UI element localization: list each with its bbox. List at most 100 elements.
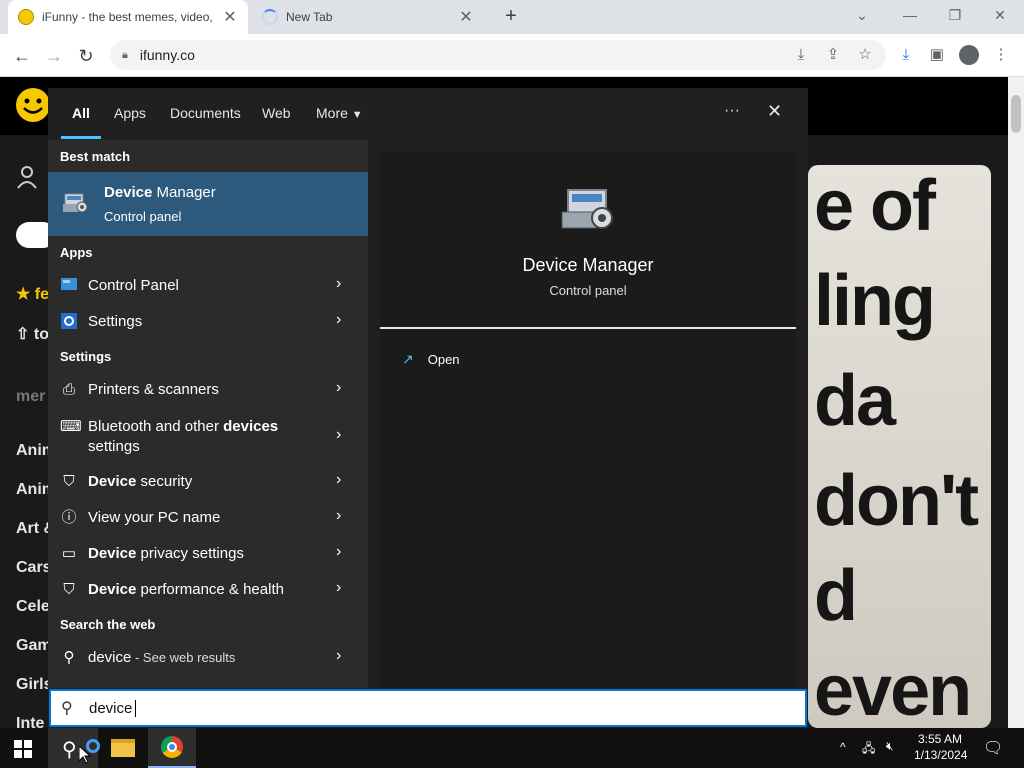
caret-down-icon: ▼ xyxy=(351,109,363,121)
search-icon: ⚲ xyxy=(61,700,73,717)
meme-image[interactable]: e of ling da don't d even xyxy=(808,165,991,728)
search-query[interactable]: device xyxy=(89,700,137,717)
chevron-right-icon[interactable]: › xyxy=(336,275,341,293)
category-link[interactable]: Gam xyxy=(16,637,52,655)
search-filter-bar xyxy=(48,88,808,140)
lock-icon: 🔒︎ xyxy=(122,48,128,61)
tab-title: iFunny - the best memes, video, xyxy=(42,10,213,24)
user-icon[interactable] xyxy=(16,165,38,189)
back-icon[interactable]: ← xyxy=(8,42,36,70)
downloads-icon[interactable]: ⤓ xyxy=(893,42,919,68)
result-control-panel[interactable]: Control Panel › xyxy=(48,268,368,304)
reload-icon[interactable]: ↻ xyxy=(72,42,100,70)
section-apps: Apps xyxy=(60,245,93,260)
open-action[interactable]: ↗ Open xyxy=(402,348,460,370)
meme-text: even xyxy=(814,651,972,728)
share-icon[interactable]: ⇪ xyxy=(820,42,846,68)
active-filter-indicator xyxy=(61,136,101,139)
smiley-favicon-icon xyxy=(18,9,34,25)
file-explorer-icon[interactable] xyxy=(111,739,135,757)
forward-icon[interactable]: → xyxy=(40,42,68,70)
privacy-icon: ▭ xyxy=(61,545,77,562)
result-web-search[interactable]: ⚲ device - See web results › xyxy=(48,640,368,676)
result-view-pc-name[interactable]: ⓘ View your PC name › xyxy=(48,500,368,536)
detail-subtitle: Control panel xyxy=(549,283,627,298)
category-link[interactable]: Cars xyxy=(16,559,52,577)
loading-spinner-icon xyxy=(262,9,278,25)
side-panel-icon[interactable]: ▣ xyxy=(924,42,950,68)
url-text: ifunny.co xyxy=(139,47,195,63)
tab-search-icon[interactable]: ⌄ xyxy=(848,5,876,27)
chevron-right-icon[interactable]: › xyxy=(336,507,341,525)
meme-text: don't xyxy=(814,461,979,541)
printer-icon: ⎙ xyxy=(62,381,75,398)
start-windows-icon[interactable] xyxy=(14,740,32,758)
info-icon: ⓘ xyxy=(61,509,77,526)
device-manager-large-icon xyxy=(560,186,616,234)
chevron-right-icon[interactable]: › xyxy=(336,543,341,561)
filter-documents[interactable]: Documents xyxy=(170,105,241,121)
result-settings-app[interactable]: Settings › xyxy=(48,304,368,340)
section-best-match: Best match xyxy=(60,149,131,164)
address-bar[interactable]: 🔒︎ ifunny.co xyxy=(110,40,886,70)
chevron-right-icon[interactable]: › xyxy=(336,379,341,397)
network-icon[interactable]: 🖧︎ xyxy=(862,739,875,760)
new-tab-button[interactable]: + xyxy=(500,6,522,28)
meme-text: d xyxy=(814,556,858,636)
restore-icon[interactable]: ❐ xyxy=(941,5,969,27)
minimize-icon[interactable]: — xyxy=(896,5,924,27)
clock-date: 1/13/2024 xyxy=(914,748,968,762)
search-icon: ⚲ xyxy=(63,649,75,666)
tab-new-tab[interactable]: New Tab ✕ xyxy=(250,0,486,34)
best-match-device-manager[interactable]: Device Manager Control panel xyxy=(48,172,368,236)
filter-web[interactable]: Web xyxy=(262,105,291,121)
search-box[interactable]: ⚲ device xyxy=(49,689,807,727)
chevron-right-icon[interactable]: › xyxy=(336,426,341,444)
result-device-performance[interactable]: ⛉ Device performance & health › xyxy=(48,572,368,608)
category-link[interactable]: Girls xyxy=(16,676,52,694)
chevron-right-icon[interactable]: › xyxy=(336,311,341,329)
more-options-icon[interactable]: ··· xyxy=(724,102,740,120)
section-settings: Settings xyxy=(60,349,112,364)
result-bluetooth-devices[interactable]: ⌨ Bluetooth and other devices settings › xyxy=(48,410,368,462)
chevron-right-icon[interactable]: › xyxy=(336,579,341,597)
meme-text: ling xyxy=(814,261,936,341)
settings-gear-icon xyxy=(60,313,78,331)
install-app-icon[interactable]: ⤓ xyxy=(788,42,814,68)
tab-title: New Tab xyxy=(286,10,333,24)
meme-text: da xyxy=(814,361,896,441)
notifications-icon[interactable]: 🗨︎ xyxy=(983,738,1003,758)
volume-muted-icon[interactable]: 🔇︎ xyxy=(886,739,894,754)
featured-link[interactable]: ★ fe xyxy=(16,284,49,304)
page-scrollbar[interactable] xyxy=(1008,77,1024,728)
browser-toolbar: ← → ↻ 🔒︎ ifunny.co ⤓ ⇪ ☆ ⤓ ▣ ⋮ xyxy=(0,34,1024,77)
ifunny-logo-icon[interactable] xyxy=(16,88,50,122)
close-window-icon[interactable]: ✕ xyxy=(986,5,1014,27)
close-tab-icon[interactable]: ✕ xyxy=(222,7,238,27)
top-link[interactable]: ⇧ to xyxy=(16,324,49,344)
tab-ifunny[interactable]: iFunny - the best memes, video, ✕ xyxy=(8,0,248,34)
section-search-web: Search the web xyxy=(60,617,156,632)
menu-heading: mer xyxy=(16,388,46,405)
clock[interactable]: 3:55 AM 1/13/2024 xyxy=(914,732,968,762)
chrome-taskbar-button[interactable] xyxy=(148,728,196,768)
result-device-privacy[interactable]: ▭ Device privacy settings › xyxy=(48,536,368,572)
close-search-icon[interactable]: ✕ xyxy=(767,101,782,122)
more-menu-icon[interactable]: ⋮ xyxy=(988,42,1014,68)
bookmark-star-icon[interactable]: ☆ xyxy=(852,42,878,68)
close-tab-icon[interactable]: ✕ xyxy=(458,7,474,27)
filter-all[interactable]: All xyxy=(72,105,90,121)
result-printers-scanners[interactable]: ⎙ Printers & scanners › xyxy=(48,372,368,408)
show-hidden-icons-icon[interactable]: ^ xyxy=(840,740,846,754)
chevron-right-icon[interactable]: › xyxy=(336,471,341,489)
category-link[interactable]: Cele xyxy=(16,598,50,616)
clock-time: 3:55 AM xyxy=(917,732,963,746)
filter-more[interactable]: More ▼ xyxy=(316,105,363,121)
profile-avatar-icon[interactable] xyxy=(956,42,982,68)
mouse-cursor-icon xyxy=(78,744,92,764)
meme-text: e of xyxy=(814,166,936,246)
result-device-security[interactable]: ⛉ Device security › xyxy=(48,464,368,500)
scrollbar-thumb[interactable] xyxy=(1011,95,1021,133)
chevron-right-icon[interactable]: › xyxy=(336,647,341,665)
filter-apps[interactable]: Apps xyxy=(114,105,146,121)
